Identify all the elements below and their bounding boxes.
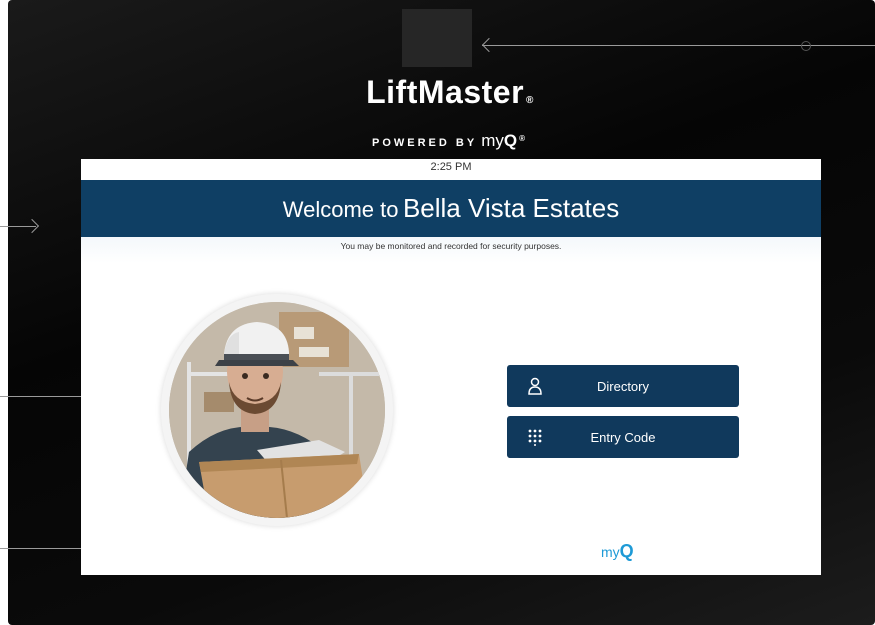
callout-dot [801,41,811,51]
myq-footer-logo: myQ [601,541,634,561]
powered-by-myq: POWERED BY myQ ® [330,131,570,151]
welcome-banner: Welcome to Bella Vista Estates [81,180,821,237]
clock: 2:25 PM [430,161,472,173]
callout-line-camera [482,45,875,46]
directory-button[interactable]: Directory [507,365,739,407]
directory-label: Directory [596,378,649,394]
camera-notch [402,9,472,67]
entry-code-label: Entry Code [590,429,656,445]
brand-name: LiftMaster [366,74,525,110]
powered-by-label: POWERED BY [372,137,478,149]
person-icon [528,377,542,395]
entry-code-button[interactable]: Entry Code [507,416,739,458]
welcome-prefix: Welcome to [282,197,399,222]
touch-screen: 2:25 PM Welcome to Bella Vista Estates Y… [81,159,821,575]
security-notice: You may be monitored and recorded for se… [340,241,562,251]
keypad-icon [528,429,542,446]
delivery-person-photo [169,302,385,518]
brand-mark: ® [526,95,534,106]
myq-logo: myQ [481,131,518,150]
powered-mark: ® [519,134,528,144]
liftmaster-logo: LiftMaster ® [300,74,600,111]
delivery-person-illustration [169,302,385,518]
property-name: Bella Vista Estates [402,193,620,223]
